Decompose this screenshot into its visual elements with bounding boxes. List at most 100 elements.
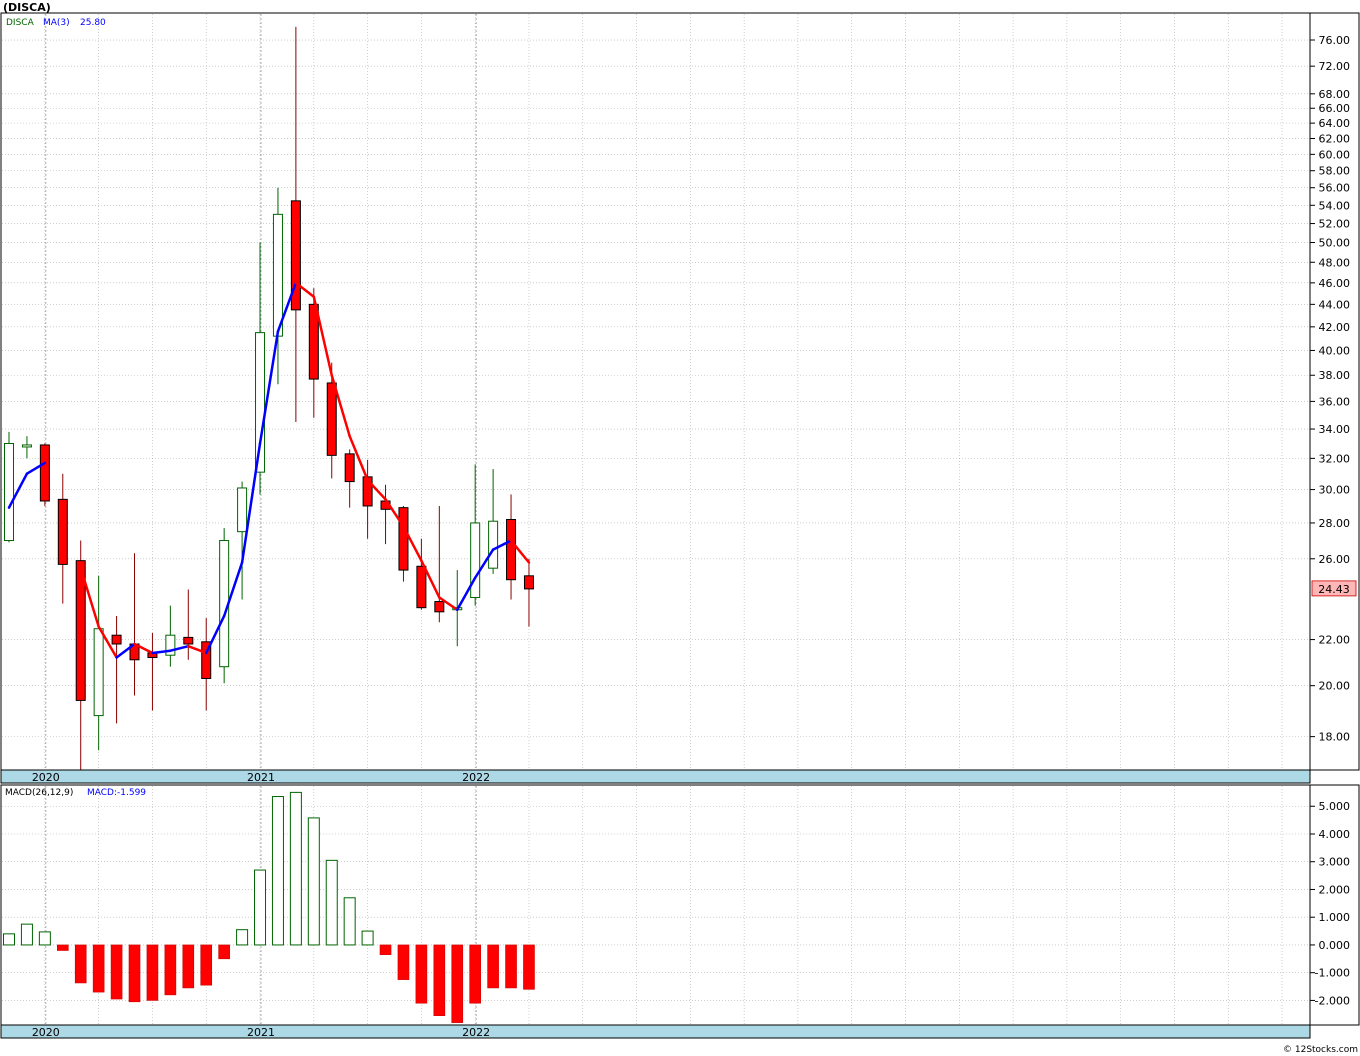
price-tick-label: 36.00 [1319,395,1351,408]
candle-body [488,520,499,569]
price-tick-label: 40.00 [1319,344,1351,357]
macd-bar [415,944,428,1004]
macd-bar [397,944,410,980]
price-tick-label: 38.00 [1319,369,1351,382]
price-year-label: 2021 [247,771,275,784]
macd-tick-label: 5.000 [1319,800,1351,813]
macd-bar [74,944,87,984]
macd-bar [218,944,230,960]
price-tick-label: 48.00 [1319,256,1351,269]
candle-body [237,487,248,533]
macd-year-label: 2021 [247,1026,275,1039]
macd-bar [3,933,15,946]
price-tick-label: 58.00 [1319,165,1351,178]
price-tick-label: 22.00 [1319,634,1351,647]
candle-body [183,636,194,645]
price-tick-label: 20.00 [1319,680,1351,693]
macd-bar [92,944,105,993]
price-tick-label: 34.00 [1319,423,1351,436]
macd-bar [343,897,356,946]
price-tick-label: 60.00 [1319,148,1351,161]
macd-bar [379,944,392,955]
price-tick-label: 32.00 [1319,452,1351,465]
chart-title: (DISCA) [3,1,51,14]
candle-body [506,519,517,581]
macd-bar [271,796,284,946]
macd-bar [307,817,320,946]
last-price-marker: 24.43 [1311,580,1357,597]
price-year-label: 2022 [462,771,490,784]
candle-body [272,213,283,337]
candle-body [111,634,122,645]
candle-body [93,628,104,717]
price-tick-label: 50.00 [1319,237,1351,250]
macd-bar [128,944,141,1003]
macd-tick-label: -1.000 [1315,967,1350,980]
candle-body [344,453,355,483]
macd-axis-frame [1309,784,1360,1026]
macd-year-label: 2020 [32,1026,60,1039]
macd-bar [200,944,213,986]
price-tick-label: 76.00 [1319,34,1351,47]
macd-tick-label: 4.000 [1319,828,1351,841]
candle-body [470,522,481,598]
candle-body [434,601,445,613]
price-tick-label: 64.00 [1319,117,1351,130]
candle-body [21,444,32,448]
macd-bar [433,944,446,1016]
macd-legend-value: MACD:-1.599 [87,788,146,798]
candle-body [398,507,409,571]
macd-tick-label: -2.000 [1315,994,1350,1007]
price-tick-label: 62.00 [1319,132,1351,145]
price-tick-label: 54.00 [1319,199,1351,212]
macd-bar [56,944,69,951]
chart-page: 18.00 20.00 22.00 26.00 28.00 30.00 32.00 34.00… [0,0,1360,1056]
last-price-label: 24.43 [1318,583,1350,596]
price-tick-label: 66.00 [1319,102,1351,115]
candle-body [57,498,68,565]
price-tick-label: 18.00 [1319,731,1351,744]
price-tick-label: 52.00 [1319,218,1351,231]
macd-bar [146,944,159,1001]
macd-bar [523,944,535,990]
macd-bar [254,869,267,946]
macd-bar [236,929,249,946]
price-tick-label: 28.00 [1319,517,1351,530]
macd-bar [38,931,51,946]
macd-bar [289,791,302,946]
macd-bar [110,944,123,1000]
macd-bar [361,930,374,946]
macd-bar [451,944,464,1023]
macd-panel-frame [0,784,1311,1026]
candle-body [4,442,14,542]
macd-tick-label: 3.000 [1319,856,1351,869]
price-tick-label: 46.00 [1319,277,1351,290]
macd-tick-label: 0.000 [1319,939,1351,952]
macd-bar [182,944,195,989]
macd-bar [487,944,499,989]
candle-body [39,444,50,502]
macd-year-label: 2022 [462,1026,490,1039]
price-legend-ma-value: 25.80 [80,18,106,28]
price-tick-label: 56.00 [1319,182,1351,195]
candle-body [326,382,337,456]
macd-bar [469,944,481,1004]
price-legend-symbol: DISCA [6,18,35,28]
candle-body [523,575,534,590]
macd-bar [325,859,338,946]
price-tick-label: 72.00 [1319,60,1351,73]
macd-tick-label: 2.000 [1319,883,1351,896]
price-tick-label: 42.00 [1319,321,1351,334]
price-tick-label: 30.00 [1319,484,1351,497]
macd-bar [164,944,177,996]
macd-tick-label: 1.000 [1319,911,1351,924]
price-date-band [0,769,1311,784]
copyright-text: © 12Stocks.com [1283,1045,1358,1055]
price-tick-label: 26.00 [1319,553,1351,566]
macd-bar [505,944,517,989]
price-tick-label: 44.00 [1319,298,1351,311]
price-year-label: 2020 [32,771,60,784]
stock-chart: 18.00 20.00 22.00 26.00 28.00 30.00 32.00 34.00… [0,1,1360,1055]
macd-bar [20,923,33,946]
price-panel-frame [0,12,1311,771]
